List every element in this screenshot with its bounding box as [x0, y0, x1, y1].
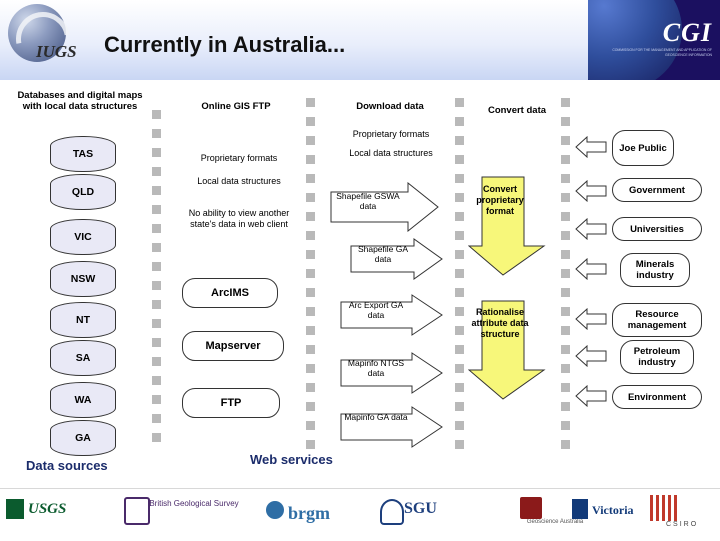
consumer-universities[interactable]: Universities — [612, 217, 702, 241]
cgi-logo-text: CGI — [662, 18, 712, 47]
note-local-data-structures-download: Local data structures — [349, 148, 433, 158]
footer-logo-brgm: brgm — [288, 503, 330, 523]
footer-logo-bar: USGS British Geological Survey brgm SGU … — [0, 488, 720, 541]
consumer-resource-management[interactable]: Resource management — [612, 303, 702, 337]
footer-logo-csiro: CSIRO — [666, 521, 699, 528]
consumer-arrow-6 — [575, 345, 607, 367]
header-logo-panel: CGI COMMISSION FOR THE MANAGEMENT AND AP… — [588, 0, 720, 80]
consumer-arrow-1 — [575, 136, 607, 158]
download-label-mapinfo-ga: Mapinfo GA data — [344, 412, 408, 422]
consumer-arrow-7 — [575, 385, 607, 407]
iugs-logo-text: IUGS — [36, 42, 77, 61]
section-heading-web-services: Web services — [250, 452, 333, 467]
consumer-petroleum-industry[interactable]: Petroleum industry — [620, 340, 694, 374]
column-header-convert: Convert data — [487, 105, 547, 116]
consumer-arrow-4 — [575, 258, 607, 280]
separator-dots-3 — [455, 98, 464, 459]
database-tas[interactable]: TAS — [50, 136, 116, 172]
separator-dots-4 — [561, 98, 570, 459]
database-nsw[interactable]: NSW — [50, 261, 116, 297]
brgm-mark-icon — [266, 501, 284, 519]
convert-step-1-label: Convert proprietary format — [476, 184, 524, 216]
slide-root: CGI COMMISSION FOR THE MANAGEMENT AND AP… — [0, 0, 720, 541]
database-sa[interactable]: SA — [50, 340, 116, 376]
note-no-ability-to-view: No ability to view another state's data … — [188, 208, 290, 229]
consumer-environment[interactable]: Environment — [612, 385, 702, 409]
download-label-mapinfo-ntgs: Mapinfo NTGS data — [347, 358, 405, 378]
csiro-mark-icon — [650, 495, 678, 521]
column-header-databases: Databases and digital maps with local da… — [17, 90, 143, 112]
section-heading-data-sources: Data sources — [26, 458, 108, 473]
consumer-arrow-2 — [575, 180, 607, 202]
database-ga[interactable]: GA — [50, 420, 116, 456]
iugs-logo: IUGS — [5, 1, 98, 77]
consumer-arrow-3 — [575, 218, 607, 240]
page-title: Currently in Australia... — [104, 32, 346, 57]
usgs-mark-icon — [6, 499, 24, 519]
footer-logo-usgs: USGS — [28, 501, 67, 517]
note-local-data-structures-web: Local data structures — [197, 176, 281, 186]
service-mapserver[interactable]: Mapserver — [182, 331, 284, 361]
footer-logo-victoria: Victoria — [592, 503, 634, 517]
consumer-minerals-industry[interactable]: Minerals industry — [620, 253, 690, 287]
footer-logo-geoscience-australia: Geoscience Australia — [526, 519, 584, 525]
column-header-online-gis: Online GIS FTP — [201, 101, 271, 112]
database-nt[interactable]: NT — [50, 302, 116, 338]
download-label-shapefile-gswa: Shapefile GSWA data — [336, 191, 400, 211]
separator-dots-2 — [306, 98, 315, 459]
cgi-logo-subtitle: COMMISSION FOR THE MANAGEMENT AND APPLIC… — [612, 48, 712, 57]
download-label-shapefile-ga: Shapefile GA data — [357, 244, 409, 264]
service-ftp[interactable]: FTP — [182, 388, 280, 418]
consumer-government[interactable]: Government — [612, 178, 702, 202]
victoria-mark-icon — [572, 499, 588, 519]
column-header-download: Download data — [356, 101, 424, 112]
footer-logo-sgu: SGU — [404, 500, 437, 517]
convert-step-2-label: Rationalise attribute data structure — [471, 307, 529, 339]
database-wa[interactable]: WA — [50, 382, 116, 418]
note-proprietary-formats-download: Proprietary formats — [352, 129, 430, 139]
download-label-arc-export-ga: Arc Export GA data — [348, 300, 404, 320]
footer-logo-bgs: British Geological Survey — [149, 499, 239, 508]
bgs-mark-icon — [124, 497, 150, 525]
note-proprietary-formats-web: Proprietary formats — [200, 153, 278, 163]
sgu-mark-icon — [380, 499, 404, 525]
separator-dots-1 — [152, 110, 161, 452]
consumer-arrow-5 — [575, 308, 607, 330]
database-vic[interactable]: VIC — [50, 219, 116, 255]
service-arcims[interactable]: ArcIMS — [182, 278, 278, 308]
database-qld[interactable]: QLD — [50, 174, 116, 210]
consumer-joe-public[interactable]: Joe Public — [612, 130, 674, 166]
ga-crest-icon — [520, 497, 542, 519]
